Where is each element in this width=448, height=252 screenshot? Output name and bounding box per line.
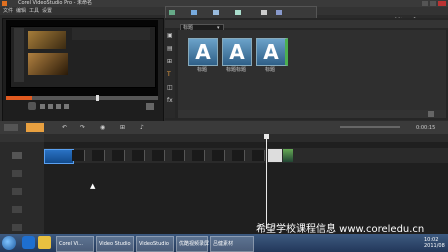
video-clip[interactable] <box>283 149 293 162</box>
voice-track-icon[interactable] <box>12 206 22 213</box>
track-header-row <box>0 134 44 142</box>
playback-controls <box>6 100 158 118</box>
start-icon[interactable] <box>40 104 45 109</box>
title-track-icon[interactable] <box>12 188 22 195</box>
redo-icon[interactable]: ↷ <box>80 124 85 131</box>
close-icon[interactable] <box>438 1 446 6</box>
library-options-bar <box>178 110 446 118</box>
prev-frame-icon[interactable] <box>48 104 53 109</box>
timeline-toolbar: ↶ ↷ ◉ ⊞ ♪ 0:00:15 <box>0 121 448 134</box>
video-clip-strip[interactable] <box>72 150 272 161</box>
tray-date: 2011/08 <box>424 243 445 249</box>
taskbar-app-5[interactable]: 吕健素材 <box>210 236 254 252</box>
tab-graphic-icon[interactable]: ◫ <box>167 84 173 91</box>
app-icon <box>2 1 7 6</box>
minimize-icon[interactable] <box>422 1 428 6</box>
tab-media-icon[interactable]: ▣ <box>167 32 173 39</box>
title-clip[interactable] <box>268 149 282 162</box>
video-clip[interactable] <box>44 149 74 164</box>
tab-title-icon[interactable]: T <box>167 71 171 78</box>
undo-icon[interactable]: ↶ <box>62 124 67 131</box>
menu-edit[interactable]: 编辑 <box>16 8 26 14</box>
next-frame-icon[interactable] <box>56 104 61 109</box>
playhead-line[interactable] <box>266 134 267 229</box>
music-track-icon[interactable] <box>12 224 22 231</box>
menu-settings[interactable]: 设置 <box>42 8 52 14</box>
media-icon[interactable] <box>191 10 197 15</box>
ie-icon[interactable] <box>22 236 35 249</box>
video-track-icon[interactable] <box>12 152 22 159</box>
nested-thumbnail <box>28 31 66 49</box>
track-labels <box>0 142 44 234</box>
taskbar-app-3[interactable]: VideoStudio <box>136 236 174 252</box>
taskbar-app-1[interactable]: Corel Vi... <box>56 236 94 252</box>
taskbar-app-2[interactable]: Video Studio <box>96 236 134 252</box>
record-capture-icon[interactable]: ◉ <box>100 124 105 131</box>
timecode-display: 0:00:15 <box>416 125 436 131</box>
menu-file[interactable]: 文件 <box>3 8 13 14</box>
export-icon[interactable] <box>276 10 282 15</box>
capture-icon[interactable] <box>213 10 219 15</box>
start-button[interactable] <box>2 236 16 250</box>
volume-icon[interactable] <box>146 103 154 110</box>
options-icon[interactable] <box>428 111 434 117</box>
end-icon[interactable] <box>64 104 69 109</box>
nested-side-panel <box>14 28 24 82</box>
tray-clock[interactable]: 10:02 2011/08 <box>424 237 445 249</box>
tab-transition-icon[interactable]: ⊞ <box>167 58 172 65</box>
overlay-track-icon[interactable] <box>12 170 22 177</box>
user-icon[interactable] <box>261 10 267 15</box>
explorer-icon[interactable] <box>38 236 51 249</box>
timeline-view-button[interactable] <box>26 123 44 132</box>
storyboard-view-button[interactable] <box>4 124 18 131</box>
title-template-tile[interactable]: A <box>188 38 218 66</box>
library-gallery: A 标题 A 标题标题 A 标题 <box>178 30 446 118</box>
timeline-ruler[interactable] <box>44 134 448 142</box>
mixer-icon[interactable]: ⊞ <box>120 124 125 131</box>
title-template-label: 标题 <box>264 67 275 73</box>
menu-tools[interactable]: 工具 <box>29 8 39 14</box>
mouse-cursor: ▲ <box>90 182 96 190</box>
taskbar-app-4[interactable]: 优酷视频录屏 <box>176 236 209 252</box>
zoom-slider[interactable] <box>340 126 400 128</box>
play-icon[interactable] <box>28 102 36 110</box>
auto-music-icon[interactable]: ♪ <box>140 124 144 131</box>
window-title: Corel VideoStudio Pro - 未命名 <box>18 0 92 6</box>
title-template-tile[interactable]: A <box>256 38 288 66</box>
maximize-icon[interactable] <box>430 1 436 6</box>
title-template-label: 标题 <box>196 67 207 73</box>
tab-instant-project-icon[interactable]: ▤ <box>167 45 173 52</box>
import-icon[interactable] <box>169 10 175 15</box>
tab-filter-icon[interactable]: fx <box>167 97 173 104</box>
record-icon[interactable] <box>235 10 241 15</box>
title-template-label: 标题标题 <box>225 67 246 73</box>
nested-library-bar <box>72 28 150 40</box>
title-template-tile[interactable]: A <box>222 38 252 66</box>
library-side-tabs: ▣ ▤ ⊞ T ◫ fx <box>165 30 175 118</box>
nested-thumbnail <box>28 53 68 75</box>
watermark-text: 希望学校课程信息 www.coreledu.cn <box>256 224 425 235</box>
